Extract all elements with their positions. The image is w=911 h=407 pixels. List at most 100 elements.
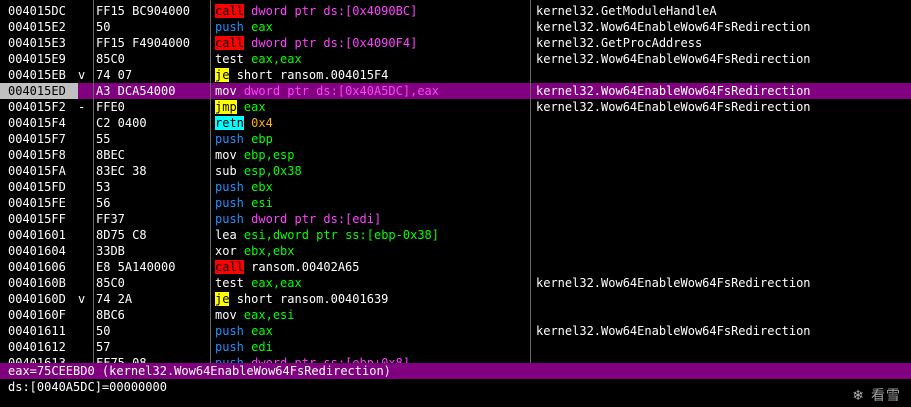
address-cell: 004015F2	[8, 100, 66, 114]
disassembly-cell: mov dword ptr ds:[0x40A5DC],eax	[215, 83, 527, 99]
mnemonic: sub	[215, 164, 237, 178]
address-cell: 00401612	[8, 340, 66, 354]
disasm-row[interactable]: 00401612 57 push edi	[0, 339, 911, 355]
mnemonic: call	[215, 36, 244, 50]
hex-dump-cell: 57	[96, 340, 111, 354]
disassembly-cell: push edi	[215, 339, 527, 355]
operand: dword ptr ds:[edi]	[251, 212, 382, 226]
column-divider[interactable]	[530, 0, 531, 363]
hex-dump-cell: 85C0	[96, 276, 125, 290]
disassembly-cell: push ebp	[215, 131, 527, 147]
mnemonic: test	[215, 52, 244, 66]
disasm-row[interactable]: 004015E3 FF15 F4904000 call dword ptr ds:[…	[0, 35, 911, 51]
operand: ransom.00402A65	[251, 260, 360, 274]
disassembly-cell: retn 0x4	[215, 115, 527, 131]
hex-dump-cell: FF75 08	[96, 356, 147, 363]
disasm-row[interactable]: 00401604 33DB xor ebx,ebx	[0, 243, 911, 259]
disasm-row[interactable]: 00401613 FF75 08 push dword ptr ss:[ebp+0x…	[0, 355, 911, 363]
disasm-row[interactable]: 0040160D v 74 2A je short ransom.00401639	[0, 291, 911, 307]
address-cell: 004015F8	[8, 148, 66, 162]
disasm-row[interactable]: 00401601 8D75 C8 lea esi,dword ptr ss:[ebp…	[0, 227, 911, 243]
address-cell: 004015FF	[8, 212, 66, 226]
disassembly-cell: push eax	[215, 323, 527, 339]
disasm-row[interactable]: 004015F8 8BEC mov ebp,esp	[0, 147, 911, 163]
address-cell: 004015FA	[8, 164, 66, 178]
disasm-row[interactable]: 004015E9 85C0 test eax,eax kernel32.Wow64En…	[0, 51, 911, 67]
hex-dump-cell: 8BC6	[96, 308, 125, 322]
operand: 0x4	[251, 116, 273, 130]
disasm-row[interactable]: 00401611 50 push eax kernel32.Wow64EnableWo…	[0, 323, 911, 339]
address-cell: 0040160F	[8, 308, 66, 322]
mnemonic: je	[215, 292, 230, 306]
disassembly-cell: push ebx	[215, 179, 527, 195]
disasm-row[interactable]: 004015ED A3 DCA54000 mov dword ptr ds:[0x4…	[0, 83, 911, 99]
comment-cell: kernel32.GetModuleHandleA	[536, 4, 717, 18]
disassembly-cell: xor ebx,ebx	[215, 243, 527, 259]
mnemonic: push	[215, 356, 244, 363]
address-cell: 00401613	[8, 356, 66, 363]
operand: edi	[251, 340, 273, 354]
disasm-row[interactable]: 004015F7 55 push ebp	[0, 131, 911, 147]
jump-marker: v	[78, 68, 86, 82]
disassembly-cell: je short ransom.00401639	[215, 291, 527, 307]
disasm-row[interactable]: 004015F2- FFE0 jmp eax kernel32.Wow64Enable…	[0, 99, 911, 115]
address-cell: 0040160D	[8, 292, 66, 306]
operand: eax,esi	[243, 308, 295, 322]
comment-cell: kernel32.Wow64EnableWow64FsRedirection	[536, 100, 811, 114]
mnemonic: call	[215, 4, 244, 18]
operand: eax	[243, 100, 266, 114]
operand: ebx	[251, 180, 273, 194]
disassembly-cell: push esi	[215, 195, 527, 211]
hex-dump-cell: 83EC 38	[96, 164, 147, 178]
disasm-row[interactable]: 00401606 E8 5A140000 call ransom.00402A65	[0, 259, 911, 275]
hex-dump-cell: 8D75 C8	[96, 228, 147, 242]
disasm-row[interactable]: 004015E2 50 push eax kernel32.Wow64EnableWo…	[0, 19, 911, 35]
address-cell: 00401611	[8, 324, 66, 338]
operand: short ransom.00401639	[236, 292, 389, 306]
disassembly-cell: call dword ptr ds:[0x4090BC]	[215, 3, 527, 19]
operand: esp,0x38	[243, 164, 302, 178]
disasm-row[interactable]: 004015F4 C2 0400 retn 0x4	[0, 115, 911, 131]
disasm-row[interactable]: 0040160B 85C0 test eax,eax kernel32.Wow64En…	[0, 275, 911, 291]
hex-dump-cell: A3 DCA54000	[96, 84, 176, 98]
disasm-row[interactable]: 004015EB v 74 07 je short ransom.004015F4	[0, 67, 911, 83]
disasm-row[interactable]: 004015FD 53 push ebx	[0, 179, 911, 195]
hex-dump-cell: FF15 F4904000	[96, 36, 190, 50]
mnemonic: mov	[215, 308, 237, 322]
hex-dump-cell: 53	[96, 180, 111, 194]
disassembly-cell: test eax,eax	[215, 51, 527, 67]
hex-dump-cell: 56	[96, 196, 111, 210]
address-cell: 004015F7	[8, 132, 66, 146]
comment-cell: kernel32.Wow64EnableWow64FsRedirection	[536, 20, 811, 34]
watermark-text: 看雪	[871, 388, 901, 404]
operand: eax,eax	[251, 52, 302, 66]
operand: dword ptr ds:[0x40A5DC],eax	[243, 84, 439, 98]
operand: eax	[251, 20, 273, 34]
disasm-row[interactable]: 004015FA 83EC 38 sub esp,0x38	[0, 163, 911, 179]
operand: ebx,ebx	[243, 244, 295, 258]
column-divider[interactable]	[93, 0, 94, 363]
disassembly-pane[interactable]: 004015DC FF15 BC904000 call dword ptr ds:[…	[0, 0, 911, 363]
hex-dump-cell: 74 2A	[96, 292, 133, 306]
disasm-row[interactable]: 004015FE 56 push esi	[0, 195, 911, 211]
info-text: ds:[0040A5DC]=00000000	[8, 380, 167, 394]
mnemonic: test	[215, 276, 244, 290]
disassembly-cell: lea esi,dword ptr ss:[ebp-0x38]	[215, 227, 527, 243]
address-cell: 004015DC	[8, 4, 66, 18]
address-cell: 0040160B	[8, 276, 66, 290]
disassembly-cell: call ransom.00402A65	[215, 259, 527, 275]
disasm-row[interactable]: 004015FF FF37 push dword ptr ds:[edi]	[0, 211, 911, 227]
mnemonic: push	[215, 340, 244, 354]
comment-cell: kernel32.Wow64EnableWow64FsRedirection	[536, 324, 811, 338]
address-cell: 00401606	[8, 260, 66, 274]
disassembly-cell: mov eax,esi	[215, 307, 527, 323]
disasm-row[interactable]: 004015DC FF15 BC904000 call dword ptr ds:[…	[0, 3, 911, 19]
column-divider[interactable]	[210, 0, 211, 363]
operand: dword ptr ds:[0x4090F4]	[251, 36, 418, 50]
address-cell: 004015F4	[8, 116, 66, 130]
disasm-row[interactable]: 0040160F 8BC6 mov eax,esi	[0, 307, 911, 323]
mnemonic: push	[215, 132, 244, 146]
comment-cell: kernel32.GetProcAddress	[536, 36, 703, 50]
disassembly-cell: jmp eax	[215, 99, 527, 115]
disassembly-cell: push dword ptr ss:[ebp+0x8]	[215, 355, 527, 363]
